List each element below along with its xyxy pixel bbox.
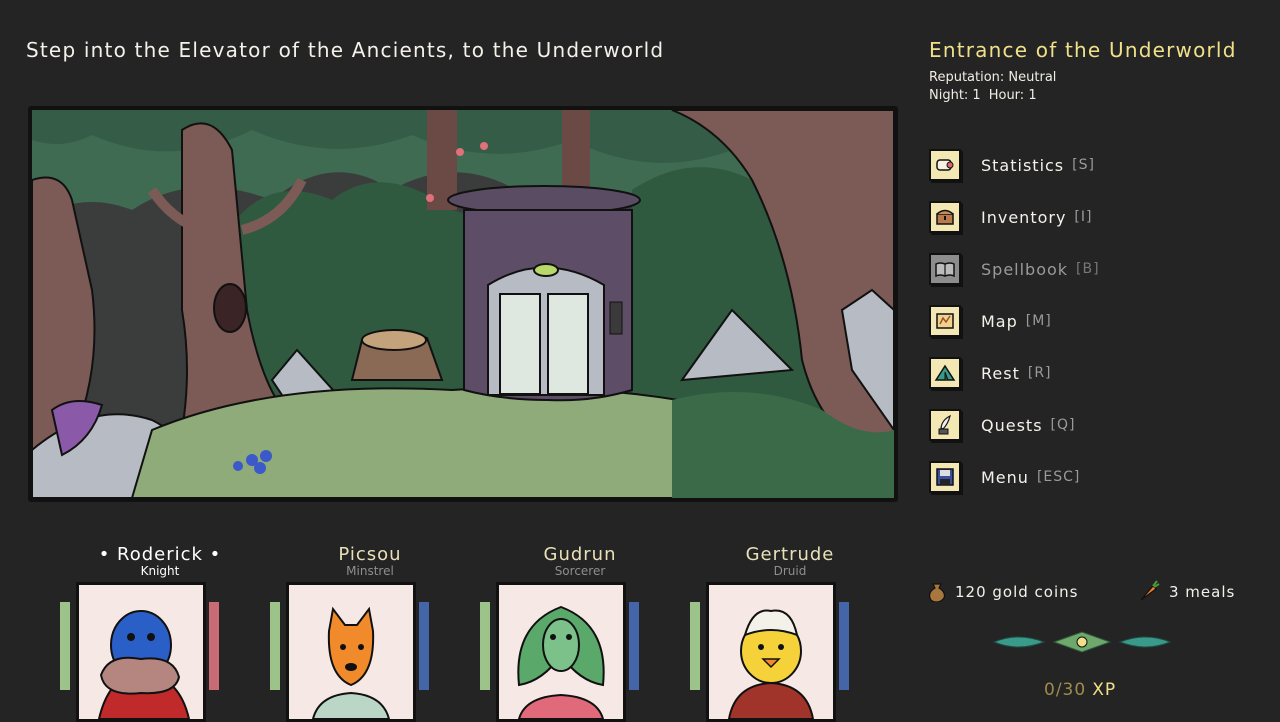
menu-key-menu: [ESC] bbox=[1036, 469, 1081, 485]
xp-display: 0/30 XP bbox=[1044, 680, 1116, 700]
menu-label-map: Map bbox=[981, 311, 1018, 331]
ornament-divider bbox=[992, 628, 1172, 660]
menu-item-map[interactable]: Map [M] bbox=[929, 295, 1100, 347]
mana-bar bbox=[629, 602, 639, 690]
location-title: Entrance of the Underworld bbox=[929, 38, 1237, 62]
menu-label-spellbook: Spellbook bbox=[981, 259, 1069, 279]
menu-item-quests[interactable]: Quests [Q] bbox=[929, 399, 1100, 451]
meals-resource: 3 meals bbox=[1137, 578, 1235, 606]
resources: 120 gold coins 3 meals bbox=[927, 578, 1247, 606]
portrait-platypus[interactable] bbox=[76, 582, 206, 722]
map-icon bbox=[929, 305, 961, 337]
location-info: Reputation: Neutral Night: 1 Hour: 1 bbox=[929, 69, 1056, 105]
menu-key-rest: [R] bbox=[1027, 365, 1052, 381]
quill-icon bbox=[929, 409, 961, 441]
side-menu: Statistics [S] Inventory [I] Spellbook [… bbox=[929, 139, 1100, 503]
floppy-disk-icon bbox=[929, 461, 961, 493]
scene-title: Step into the Elevator of the Ancients, … bbox=[26, 38, 665, 62]
health-bar bbox=[690, 602, 700, 690]
chest-icon bbox=[929, 201, 961, 233]
gold-amount: 120 gold coins bbox=[955, 583, 1079, 601]
tent-icon bbox=[929, 357, 961, 389]
book-icon bbox=[929, 253, 961, 285]
member-class: Minstrel bbox=[346, 564, 394, 578]
menu-key-inventory: [I] bbox=[1074, 209, 1093, 225]
menu-label-menu: Menu bbox=[981, 467, 1029, 487]
coin-bag-icon bbox=[927, 578, 947, 606]
menu-key-spellbook: [B] bbox=[1076, 261, 1100, 277]
health-bar bbox=[480, 602, 490, 690]
carrot-icon bbox=[1137, 578, 1161, 606]
health-bar bbox=[270, 602, 280, 690]
menu-label-statistics: Statistics bbox=[981, 155, 1065, 175]
mana-bar bbox=[839, 602, 849, 690]
scroll-icon bbox=[929, 149, 961, 181]
member-name: • Roderick • bbox=[98, 544, 222, 565]
portrait-fox[interactable] bbox=[286, 582, 416, 722]
mana-bar bbox=[419, 602, 429, 690]
menu-item-rest[interactable]: Rest [R] bbox=[929, 347, 1100, 399]
portrait-chick[interactable] bbox=[706, 582, 836, 722]
time-info: Night: 1 Hour: 1 bbox=[929, 87, 1056, 105]
member-name: Gudrun bbox=[543, 544, 617, 565]
scene-illustration[interactable] bbox=[28, 106, 898, 502]
member-name: Picsou bbox=[338, 544, 402, 565]
reputation-text: Reputation: Neutral bbox=[929, 70, 1057, 85]
menu-label-inventory: Inventory bbox=[981, 207, 1067, 227]
member-name: Gertrude bbox=[745, 544, 835, 565]
hour-text: Hour: 1 bbox=[988, 88, 1037, 103]
health-bar bbox=[60, 602, 70, 690]
menu-item-spellbook[interactable]: Spellbook [B] bbox=[929, 243, 1100, 295]
mana-bar bbox=[209, 602, 219, 690]
menu-item-inventory[interactable]: Inventory [I] bbox=[929, 191, 1100, 243]
member-class: Knight bbox=[140, 564, 180, 578]
menu-key-map: [M] bbox=[1025, 313, 1052, 329]
menu-label-quests: Quests bbox=[981, 415, 1043, 435]
menu-label-rest: Rest bbox=[981, 363, 1020, 383]
xp-value: 0/30 bbox=[1044, 680, 1087, 700]
member-class: Sorcerer bbox=[554, 564, 606, 578]
portrait-cobra[interactable] bbox=[496, 582, 626, 722]
gold-resource: 120 gold coins bbox=[927, 578, 1137, 606]
menu-key-statistics: [S] bbox=[1072, 157, 1095, 173]
night-text: Night: 1 bbox=[929, 88, 981, 103]
member-class: Druid bbox=[773, 564, 807, 578]
menu-key-quests: [Q] bbox=[1050, 417, 1076, 433]
menu-item-statistics[interactable]: Statistics [S] bbox=[929, 139, 1100, 191]
menu-item-menu[interactable]: Menu [ESC] bbox=[929, 451, 1100, 503]
meals-amount: 3 meals bbox=[1169, 583, 1236, 601]
xp-unit: XP bbox=[1092, 680, 1117, 700]
